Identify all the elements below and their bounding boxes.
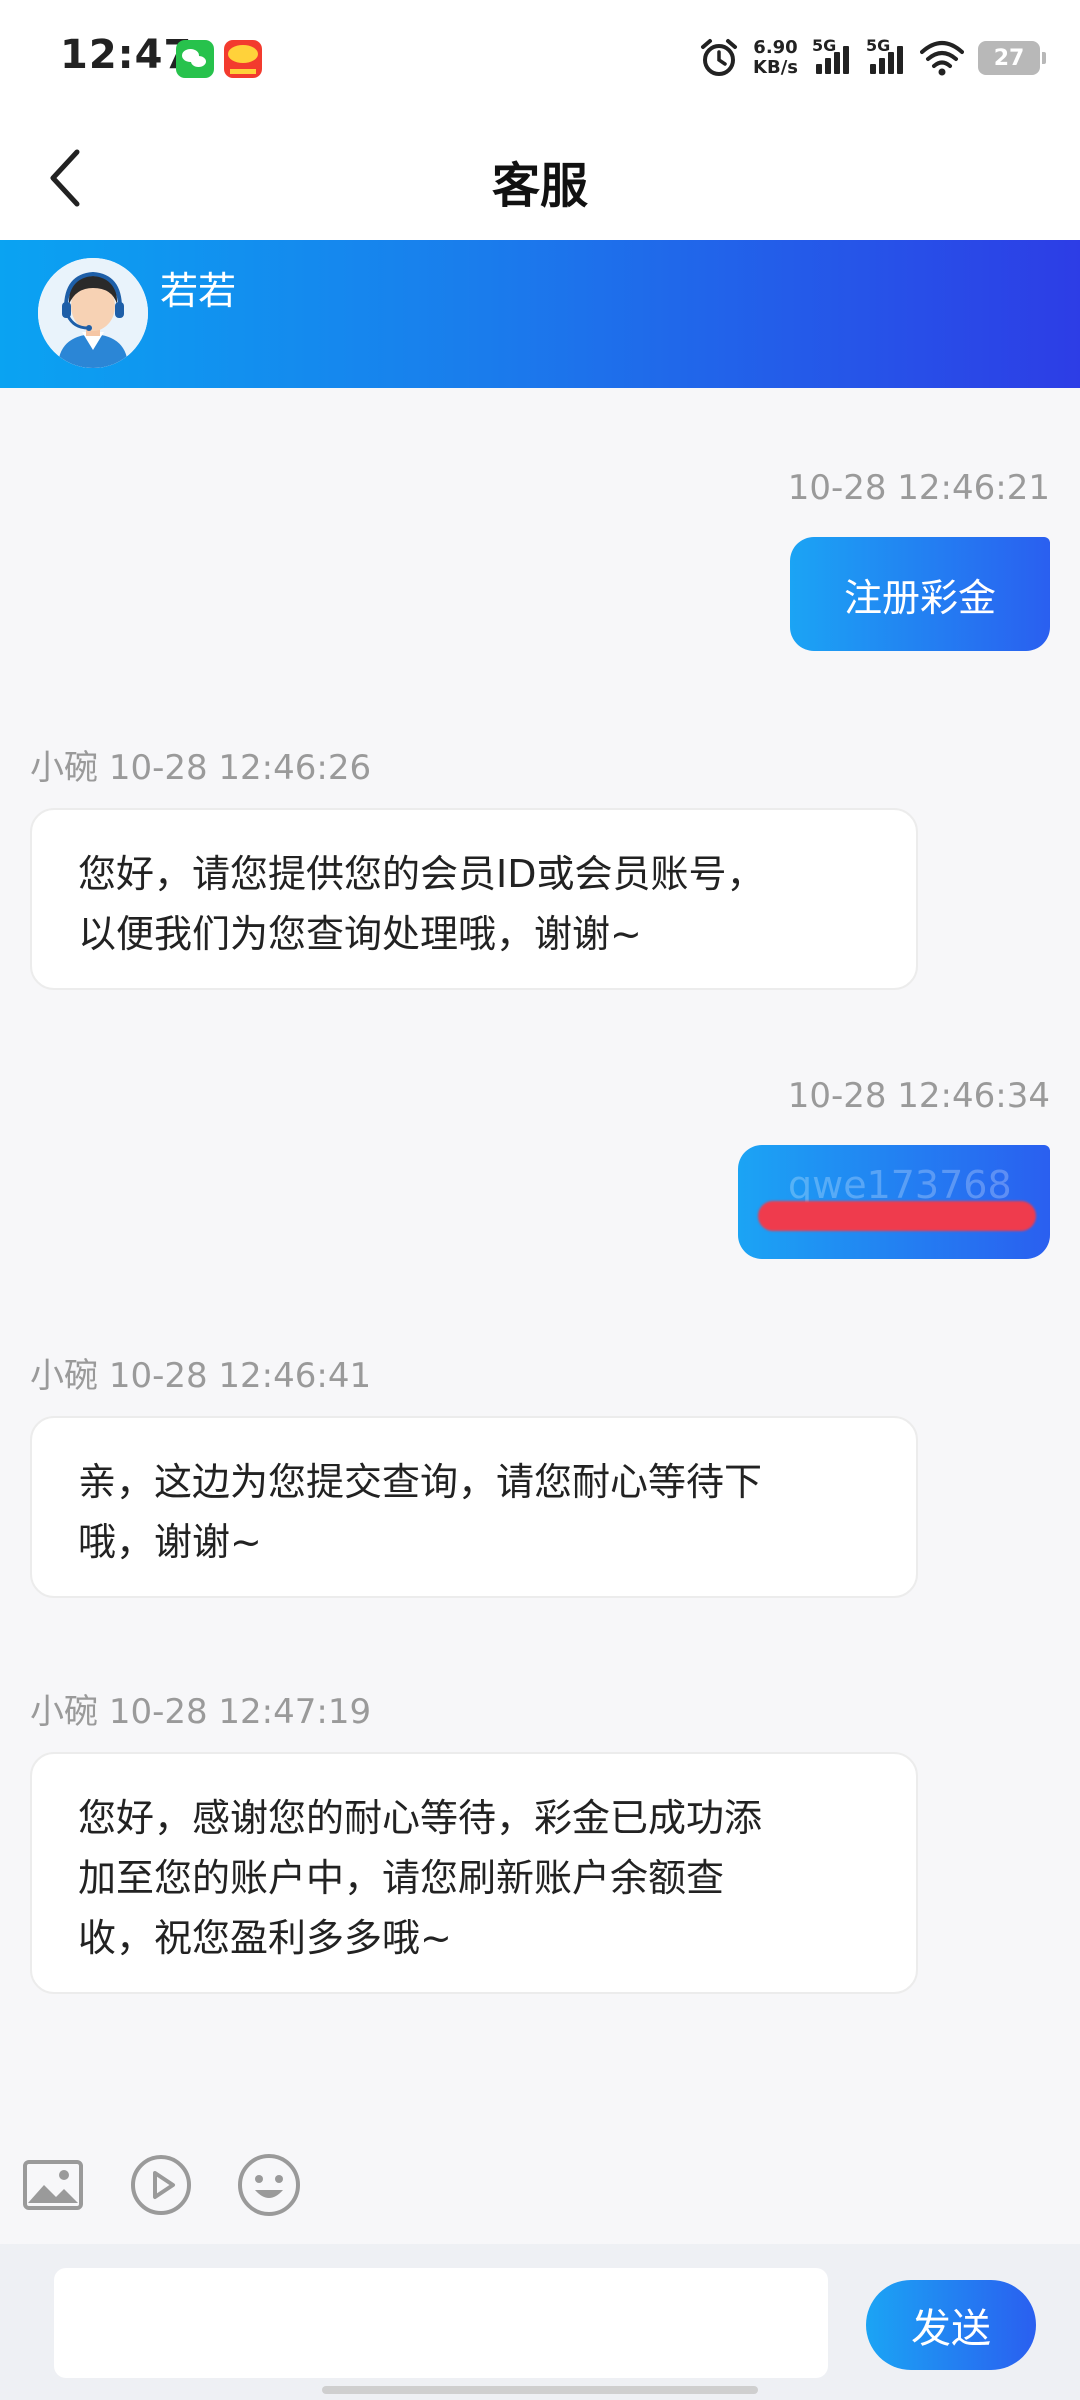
battery-level: 27	[993, 45, 1025, 71]
net-speed-unit: KB/s	[753, 57, 798, 78]
message-line: 您好，请您提供您的会员ID或会员账号，	[78, 852, 765, 896]
home-indicator[interactable]	[322, 2386, 758, 2394]
message-bubble-incoming: 您好，请您提供您的会员ID或会员账号， 以便我们为您查询处理哦，谢谢~	[30, 808, 918, 990]
message-line: 收，祝您盈利多多哦~	[78, 1916, 452, 1960]
message-timestamp: 10-28 12:46:41	[108, 1356, 372, 1396]
signal-label: 5G	[812, 36, 837, 55]
signal-icon: 5G	[812, 36, 852, 78]
message-timestamp: 10-28 12:46:34	[787, 1076, 1050, 1116]
message-sender-time: 小碗 10-28 12:47:19	[30, 1684, 371, 1733]
message-sender: 小碗	[30, 748, 98, 788]
agent-banner: 若若	[0, 240, 1080, 388]
chat-screen: 12:47 6.90 KB/s 5G 5G 27 客服 若若 10-28 12:…	[0, 0, 1080, 2400]
message-line: 您好，感谢您的耐心等待，彩金已成功添	[78, 1796, 763, 1840]
message-text: 注册彩金	[843, 575, 996, 620]
status-icons: 6.90 KB/s 5G 5G 27	[699, 34, 1046, 82]
message-list[interactable]: 10-28 12:46:21 注册彩金 小碗 10-28 12:46:26 您好…	[0, 388, 1080, 2128]
message-timestamp: 10-28 12:46:26	[108, 748, 372, 788]
wifi-icon	[920, 40, 964, 76]
message-bubble-outgoing: qwe173768	[738, 1145, 1050, 1259]
message-sender-time: 小碗 10-28 12:46:41	[30, 1348, 371, 1397]
message-bubble-outgoing: 注册彩金	[790, 537, 1050, 651]
signal-label: 5G	[866, 36, 891, 55]
header: 客服	[0, 118, 1080, 240]
status-time: 12:47	[60, 32, 193, 78]
battery-icon: 27	[978, 41, 1046, 75]
message-bubble-incoming: 您好，感谢您的耐心等待，彩金已成功添 加至您的账户中，请您刷新账户余额查 收，祝…	[30, 1752, 918, 1994]
signal-icon: 5G	[866, 36, 906, 78]
message-sender-time: 小碗 10-28 12:46:26	[30, 740, 371, 789]
net-speed: 6.90 KB/s	[753, 38, 798, 78]
composer: 发送	[0, 2244, 1080, 2400]
status-bar: 12:47 6.90 KB/s 5G 5G 27	[0, 0, 1080, 118]
send-button[interactable]: 发送	[866, 2280, 1036, 2370]
video-play-icon[interactable]	[126, 2150, 196, 2220]
wechat-icon	[176, 40, 214, 78]
image-icon[interactable]	[18, 2150, 88, 2220]
message-timestamp: 10-28 12:46:21	[787, 468, 1050, 508]
page-title: 客服	[491, 158, 588, 214]
message-bubble-incoming: 亲，这边为您提交查询，请您耐心等待下 哦，谢谢~	[30, 1416, 918, 1598]
agent-name: 若若	[160, 269, 237, 313]
alarm-icon	[699, 38, 739, 78]
message-line: 加至您的账户中，请您刷新账户余额查	[78, 1856, 725, 1900]
app-notification-icon	[224, 40, 262, 78]
emoji-icon[interactable]	[234, 2150, 304, 2220]
support-agent-avatar-icon	[38, 258, 148, 368]
net-speed-value: 6.90	[753, 37, 798, 58]
message-timestamp: 10-28 12:47:19	[108, 1692, 372, 1732]
message-line: 哦，谢谢~	[78, 1520, 262, 1564]
message-input[interactable]	[54, 2268, 828, 2378]
composer-toolbar	[0, 2130, 1080, 2240]
message-line: 亲，这边为您提交查询，请您耐心等待下	[78, 1460, 763, 1504]
message-sender: 小碗	[30, 1356, 98, 1396]
message-line: 以便我们为您查询处理哦，谢谢~	[78, 912, 642, 956]
redaction-mark	[758, 1201, 1036, 1231]
message-sender: 小碗	[30, 1692, 98, 1732]
